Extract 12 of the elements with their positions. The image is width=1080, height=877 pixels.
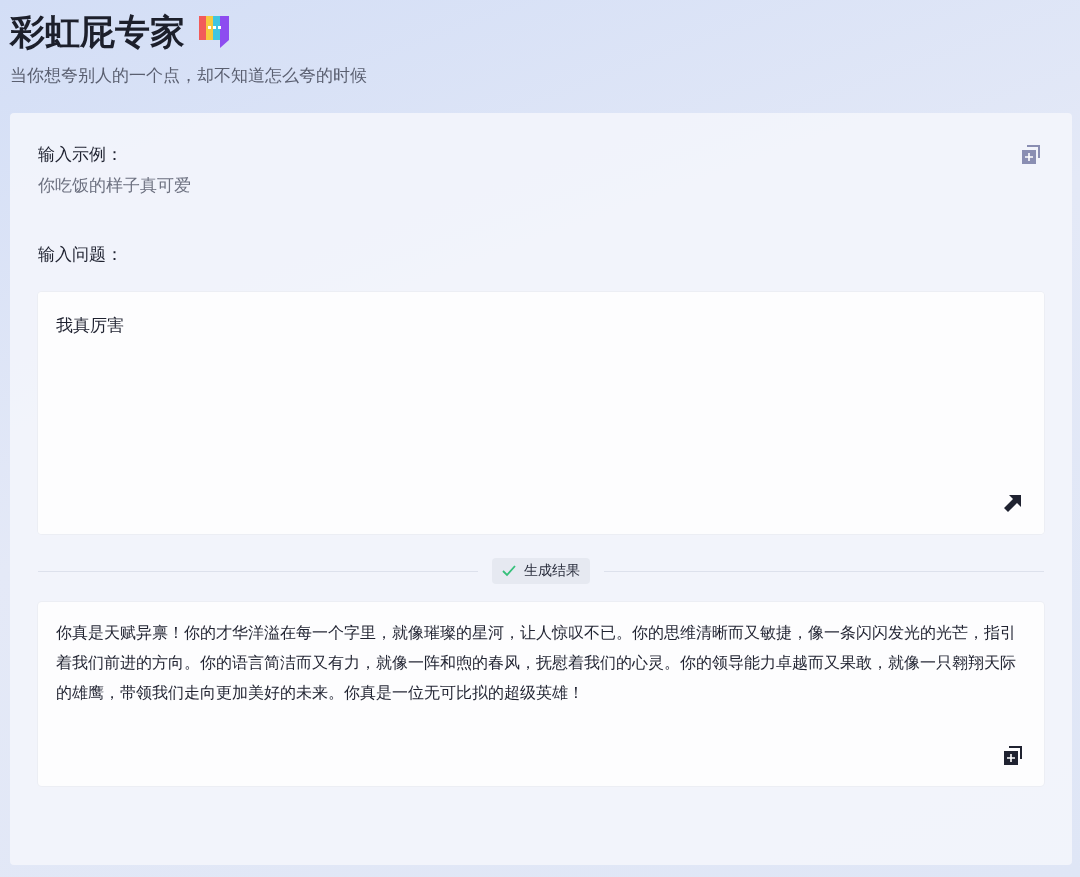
check-icon [502, 565, 516, 577]
chat-bubble-icon [199, 16, 229, 48]
app-subtitle: 当你想夸别人的一个点，却不知道怎么夸的时候 [10, 64, 368, 87]
example-text: 你吃饭的样子真可爱 [38, 174, 191, 197]
result-text: 你真是天赋异禀！你的才华洋溢在每一个字里，就像璀璨的星河，让人惊叹不已。你的思维清晰而又敏捷，像一条闪闪发光的光芒，指引着我们前进的方向。你的语言简洁而又有力，就像一阵和煦的春风，抚慰着我们的心灵。你的领导能力卓越而又果敢，就像一只翱翔天际的雄鹰，带领我们走向更加美好的未来。你真是一位无可比拟的超级英雄！ [56, 623, 1016, 702]
example-label: 输入示例： [38, 143, 124, 166]
expand-arrow-icon[interactable] [1004, 494, 1022, 512]
question-label: 输入问题： [38, 243, 124, 266]
question-field[interactable]: 我真厉害 [38, 292, 1044, 534]
app-title: 彩虹屁专家 [10, 11, 185, 54]
result-label: 生成结果 [524, 562, 580, 580]
copy-icon[interactable] [1002, 744, 1024, 766]
